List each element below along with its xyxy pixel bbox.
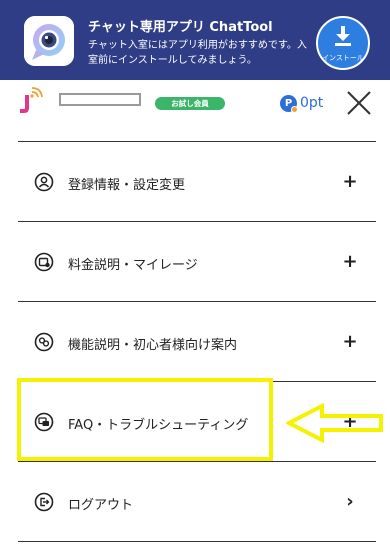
install-label: インストール — [322, 54, 364, 62]
banner-title: チャット専用アプリ ChatTool — [88, 20, 273, 35]
logout-icon — [34, 492, 54, 512]
menu-item-pricing[interactable]: 料金説明・マイレージ + — [18, 222, 376, 301]
expand-plus-icon[interactable]: + — [340, 332, 360, 352]
menu-item-features-guide[interactable]: 機能説明・初心者様向け案内 + — [18, 302, 376, 381]
arrow-left-icon — [286, 403, 383, 443]
close-icon[interactable] — [344, 88, 374, 118]
username-field — [59, 93, 141, 106]
user-icon — [34, 172, 54, 192]
app-install-banner: チャット専用アプリ ChatTool チャット入室にはアプリ利用がおすすめです。… — [0, 0, 390, 80]
install-button[interactable]: インストール — [316, 16, 370, 70]
link-icon — [34, 332, 54, 352]
menu-label: 登録情報・設定変更 — [68, 178, 186, 193]
highlight-box — [17, 378, 273, 461]
chattool-app-icon — [24, 16, 74, 66]
header: お試し会員 P 0pt — [0, 80, 390, 140]
menu-item-account-settings[interactable]: 登録情報・設定変更 + — [18, 142, 376, 221]
member-status-badge: お試し会員 — [155, 97, 225, 110]
expand-plus-icon[interactable]: + — [340, 252, 360, 272]
banner-description: チャット入室にはアプリ利用がおすすめです。入室前にインストールしてみましょう。 — [88, 40, 307, 66]
chevron-right-icon[interactable]: › — [340, 492, 360, 512]
download-icon — [335, 26, 351, 46]
divider — [18, 541, 376, 542]
coin-icon — [291, 106, 298, 113]
menu-label: 料金説明・マイレージ — [68, 258, 198, 273]
menu-item-logout[interactable]: ログアウト › — [18, 462, 376, 541]
site-logo[interactable] — [16, 86, 46, 116]
wallet-icon — [34, 252, 54, 272]
expand-plus-icon[interactable]: + — [340, 172, 360, 192]
menu-label: 機能説明・初心者様向け案内 — [68, 338, 238, 353]
points-balance[interactable]: 0pt — [300, 95, 323, 111]
menu-label: ログアウト — [68, 498, 134, 513]
